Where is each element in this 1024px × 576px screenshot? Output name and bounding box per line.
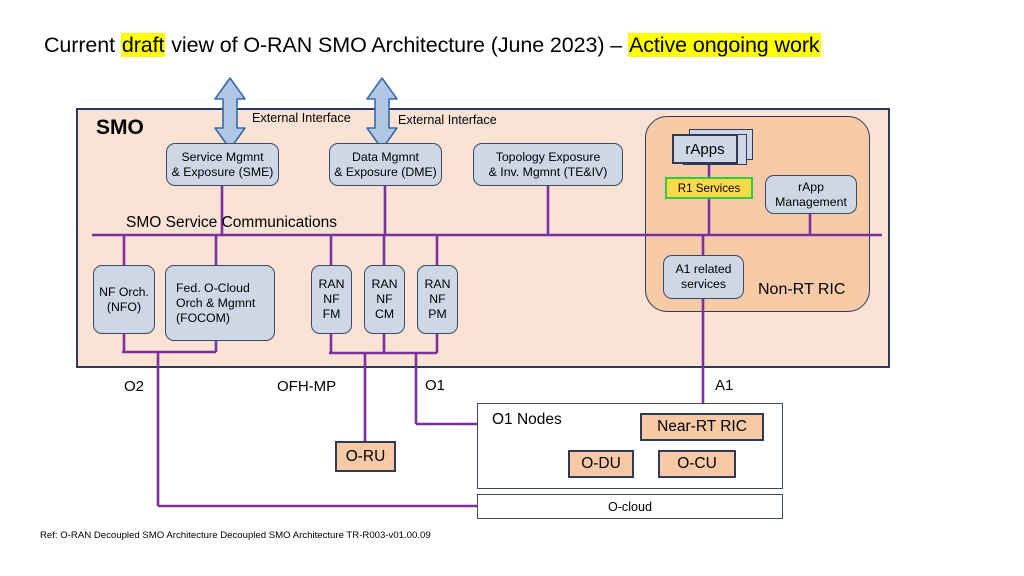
footer-reference: Ref: O-RAN Decoupled SMO Architecture De… [40,530,431,541]
teiv-line1: Topology Exposure [495,149,601,164]
ran-cm-line1: RAN [371,277,398,291]
focom-line2: Orch & Mgmnt [176,295,256,310]
focom-line3: (FOCOM) [176,310,230,325]
ran-pm-line3: PM [428,307,447,321]
dme-line1: Data Mgmnt [352,149,419,164]
node-topology-exposure-inventory[interactable]: Topology Exposure & Inv. Mgmnt (TE&IV) [473,143,623,186]
external-interface-label-1: External Interface [252,111,351,125]
node-rapps[interactable]: rApps [672,134,738,164]
smo-label: SMO [96,116,144,139]
node-near-rt-ric[interactable]: Near-RT RIC [640,413,764,441]
node-data-mgmnt-exposure[interactable]: Data Mgmnt & Exposure (DME) [329,143,442,186]
interface-label-ofh-mp: OFH-MP [277,378,337,395]
node-ran-nf-cm[interactable]: RAN NF CM [364,265,405,334]
title-part1: Current [44,33,121,57]
ran-cm-line2: NF [376,292,393,306]
title-draft-highlight: draft [120,33,166,57]
a1-related-line2: services [680,277,727,291]
node-a1-related-services[interactable]: A1 related services [663,255,744,299]
smo-service-communications-label: SMO Service Communications [126,214,338,231]
page-title: Current draft view of O-RAN SMO Architec… [44,33,821,58]
ran-fm-line1: RAN [318,277,345,291]
rapp-mgmt-line1: rApp [798,179,824,194]
nfo-line1: NF Orch. [99,284,149,299]
dme-line2: & Exposure (DME) [334,164,437,179]
teiv-line2: & Inv. Mgmnt (TE&IV) [488,164,608,179]
title-part2: view of O-RAN SMO Architecture (June 202… [165,33,629,57]
non-rt-ric-label: Non-RT RIC [758,281,846,298]
ran-fm-line3: FM [322,307,341,321]
o1-nodes-title: O1 Nodes [492,411,562,428]
interface-label-a1: A1 [715,377,734,394]
interface-label-o2: O2 [124,378,145,395]
ran-pm-line1: RAN [424,277,451,291]
interface-label-o1: O1 [425,377,446,394]
node-service-mgmnt-exposure[interactable]: Service Mgmnt & Exposure (SME) [166,143,279,186]
ran-fm-line2: NF [323,292,340,306]
node-focom[interactable]: Fed. O-Cloud Orch & Mgmnt (FOCOM) [165,265,275,341]
focom-line1: Fed. O-Cloud [176,280,250,295]
a1-related-line1: A1 related [675,262,732,276]
rapp-mgmt-line2: Management [775,194,847,209]
node-o-ru[interactable]: O-RU [335,441,396,472]
node-ran-nf-pm[interactable]: RAN NF PM [417,265,458,334]
sme-line1: Service Mgmnt [181,149,264,164]
title-active-highlight: Active ongoing work [628,33,821,57]
node-o-cloud[interactable]: O-cloud [477,494,783,519]
node-ran-nf-fm[interactable]: RAN NF FM [311,265,352,334]
nfo-line2: (NFO) [106,299,142,314]
node-nf-orchestration[interactable]: NF Orch. (NFO) [93,265,155,334]
ran-pm-line2: NF [429,292,446,306]
node-o-cu[interactable]: O-CU [658,450,736,478]
node-rapp-management[interactable]: rApp Management [765,175,857,214]
sme-line2: & Exposure (SME) [171,164,274,179]
diagram-canvas: Current draft view of O-RAN SMO Architec… [0,0,1024,576]
node-o-du[interactable]: O-DU [568,450,634,478]
external-interface-label-2: External Interface [398,113,497,127]
node-r1-services[interactable]: R1 Services [665,177,753,199]
ran-cm-line3: CM [374,307,395,321]
